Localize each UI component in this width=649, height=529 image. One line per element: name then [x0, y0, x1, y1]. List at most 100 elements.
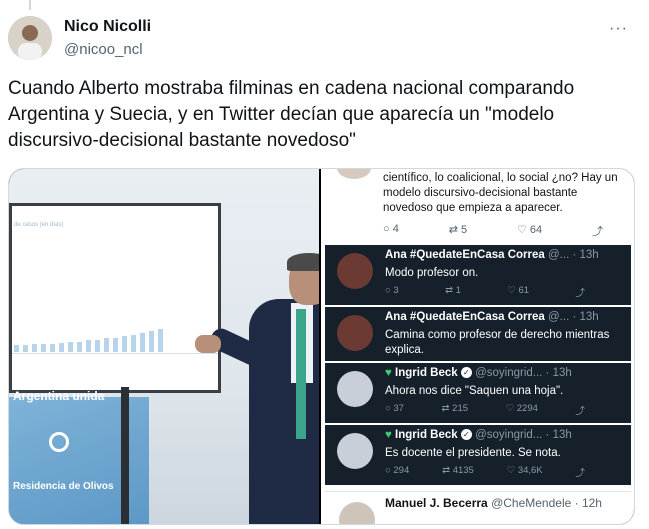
avatar [337, 169, 371, 179]
reply-name: Manuel J. Becerra [385, 496, 488, 510]
reply-name: Ana #QuedateEnCasa Correa [385, 311, 545, 323]
reply-header: Ana #QuedateEnCasa Correa @... · 13h [385, 249, 599, 261]
share-icon: ⤴ [575, 406, 585, 417]
reply-tweet: Ana #QuedateEnCasa Correa @... · 13h Cam… [325, 307, 631, 361]
reply-tweet: Ana #QuedateEnCasa Correa @... · 13h Mod… [325, 245, 631, 305]
reply-text: Modo profesor on. [385, 267, 479, 279]
retweet-icon: ⇄ 1 [445, 285, 461, 296]
quoted-top-tweet: científico, lo coalicional, lo social ¿n… [321, 169, 634, 243]
reply-text: Es docente el presidente. Se nota. [385, 447, 561, 459]
reply-header: ♥ Ingrid Beck ✓ @soyingrid... · 13h [385, 367, 572, 379]
heart-logo-icon [49, 432, 69, 452]
reply-icon: ○ 294 [385, 465, 410, 476]
speaker-hair [287, 253, 319, 271]
speaker-tie [296, 309, 306, 439]
avatar [337, 371, 373, 407]
screen-bar [158, 329, 163, 352]
like-count: 34,6K [517, 465, 543, 476]
screen-stand [121, 387, 129, 524]
top-tweet-text: científico, lo coalicional, lo social ¿n… [383, 172, 618, 214]
screen-bar [104, 338, 109, 352]
avatar [337, 315, 373, 351]
reply-icon: ○ 3 [385, 285, 399, 296]
like-count: 64 [529, 224, 543, 236]
verified-icon: ✓ [460, 429, 472, 441]
screen-bar [50, 344, 55, 352]
reply-text: Ahora nos dice "Saquen una hoja". [385, 385, 564, 397]
reply-handle: @soyingrid... · 13h [475, 429, 572, 441]
screen-bar [95, 340, 100, 352]
avatar [337, 433, 373, 469]
like-icon: ♡ 61 [507, 285, 530, 296]
more-horizontal-icon[interactable]: ··· [609, 20, 628, 38]
retweet-icon: ⇄ 4135 [442, 465, 474, 476]
thread-line [29, 0, 31, 10]
reply-name: Ingrid Beck [395, 429, 458, 441]
author-avatar[interactable] [8, 16, 52, 60]
screen-label: de casos (en días) [14, 222, 64, 228]
green-heart-icon: ♥ [385, 429, 392, 441]
reply-actions: ○ 37 ⇄ 215 ♡ 2294 ⤴ [385, 403, 585, 417]
share-icon: ⤴ [591, 226, 603, 238]
speaker-hand [195, 335, 221, 353]
reply-actions: ○ 3 ⇄ 1 ♡ 61 ⤴ [385, 285, 585, 299]
screen-axis [12, 353, 218, 354]
screen-bar [59, 343, 64, 352]
reply-handle: @... · 13h [548, 311, 599, 323]
last-reply: Manuel J. Becerra @CheMendele · 12h [325, 491, 631, 524]
reply-count: 4 [392, 223, 399, 235]
screen-bar [68, 342, 73, 352]
last-reply-header: Manuel J. Becerra @CheMendele · 12h [385, 496, 602, 510]
screen-bar [23, 345, 28, 352]
screen-bar [41, 344, 46, 352]
photo[interactable]: de casos (en días) Argentina unida Resid… [9, 169, 319, 524]
reply-icon: ○ 37 [385, 403, 404, 414]
reply-handle: @CheMendele · 12h [491, 496, 602, 510]
retweet-count: 5 [460, 224, 468, 236]
reply-tweet: ♥ Ingrid Beck ✓ @soyingrid... · 13h Ahor… [325, 363, 631, 423]
share-icon: ⤴ [575, 288, 585, 299]
screen-bar [14, 345, 19, 352]
screen-bars [12, 326, 163, 352]
reply-actions: ○ 294 ⇄ 4135 ♡ 34,6K ⤴ [385, 465, 585, 479]
retweet-icon: ⇄ 5 [448, 224, 468, 236]
tweet-text: Cuando Alberto mostraba filminas en cade… [8, 78, 575, 151]
retweet-count: 4135 [452, 465, 474, 476]
screen-bar [77, 342, 82, 352]
green-heart-icon: ♥ [385, 367, 392, 379]
avatar [337, 253, 373, 289]
like-icon: ♡ 2294 [505, 403, 538, 414]
reply-header: Ana #QuedateEnCasa Correa @... · 13h [385, 311, 599, 323]
retweet-count: 215 [452, 403, 469, 414]
reply-text: Camina como profesor de derecho mientras… [385, 329, 610, 356]
reply-name: Ana #QuedateEnCasa Correa [385, 249, 545, 261]
reply-count: 294 [393, 465, 410, 476]
reply-count: 37 [393, 403, 404, 414]
tweet-media[interactable]: de casos (en días) Argentina unida Resid… [8, 168, 635, 525]
author-handle[interactable]: @nicoo_ncl [64, 41, 143, 58]
screen-bar [113, 338, 118, 352]
like-count: 2294 [516, 403, 538, 414]
reply-handle: @soyingrid... · 13h [475, 367, 572, 379]
presentation-screen: de casos (en días) [9, 203, 221, 393]
residence-text: Residencia de Olivos [13, 481, 114, 492]
like-icon: ♡ 64 [516, 224, 543, 236]
screen-bar [149, 331, 154, 352]
retweet-icon: ⇄ 215 [441, 403, 469, 414]
share-icon: ⤴ [575, 468, 585, 479]
screen-bar [131, 335, 136, 352]
reply-count: 3 [393, 285, 399, 296]
avatar [339, 502, 375, 524]
screen-bar [32, 344, 37, 352]
twitter-screenshot[interactable]: científico, lo coalicional, lo social ¿n… [321, 169, 634, 524]
like-icon: ♡ 34,6K [506, 465, 543, 476]
verified-icon: ✓ [460, 367, 472, 379]
reply-tweet: ♥ Ingrid Beck ✓ @soyingrid... · 13h Es d… [325, 425, 631, 485]
author-name[interactable]: Nico Nicolli [64, 18, 151, 36]
screen-bar [122, 336, 127, 352]
retweet-count: 1 [455, 285, 461, 296]
screen-bar [140, 333, 145, 352]
reply-icon: ○ 4 [383, 223, 399, 235]
reply-header: ♥ Ingrid Beck ✓ @soyingrid... · 13h [385, 429, 572, 441]
brand-text: Argentina unida [13, 389, 105, 403]
